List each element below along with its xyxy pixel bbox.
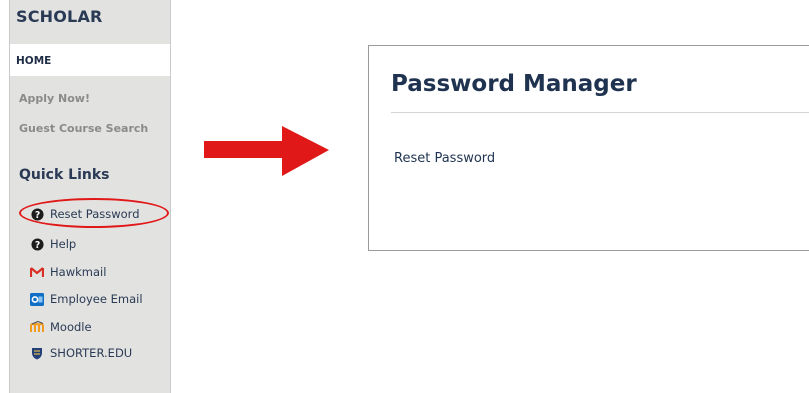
page-title: Password Manager bbox=[391, 71, 637, 97]
password-manager-panel: Password Manager Reset Password bbox=[368, 45, 809, 251]
outlook-icon bbox=[30, 292, 44, 306]
red-arrow-annotation bbox=[204, 121, 330, 185]
sidebar-item-home[interactable]: HOME bbox=[10, 44, 170, 76]
quick-link-label: Moodle bbox=[50, 320, 92, 334]
quick-link-employee-email[interactable]: Employee Email bbox=[30, 290, 143, 308]
quick-link-label: Hawkmail bbox=[50, 265, 107, 279]
quick-link-help[interactable]: ? Help bbox=[30, 235, 76, 253]
home-label: HOME bbox=[16, 55, 52, 67]
question-circle-icon: ? bbox=[30, 237, 44, 251]
moodle-icon bbox=[30, 320, 44, 334]
sidebar: SCHOLAR HOME Apply Now! Guest Course Sea… bbox=[9, 0, 171, 393]
gmail-icon bbox=[30, 265, 44, 279]
quick-link-label: Reset Password bbox=[50, 207, 140, 221]
svg-text:?: ? bbox=[34, 239, 39, 250]
quick-links-heading: Quick Links bbox=[19, 167, 110, 183]
quick-link-hawkmail[interactable]: Hawkmail bbox=[30, 263, 106, 281]
shield-crest-icon bbox=[30, 346, 44, 360]
quick-link-reset-password[interactable]: ? Reset Password bbox=[30, 205, 140, 223]
question-circle-icon: ? bbox=[30, 207, 44, 221]
reset-password-link[interactable]: Reset Password bbox=[394, 151, 495, 166]
brand-title: SCHOLAR bbox=[16, 7, 103, 26]
guest-course-search-link[interactable]: Guest Course Search bbox=[19, 122, 148, 135]
apply-now-link[interactable]: Apply Now! bbox=[19, 92, 90, 105]
quick-link-shorter-edu[interactable]: SHORTER.EDU bbox=[30, 344, 132, 362]
quick-link-label: Help bbox=[50, 237, 77, 251]
svg-text:?: ? bbox=[34, 209, 39, 220]
quick-link-moodle[interactable]: Moodle bbox=[30, 318, 92, 336]
quick-link-label: SHORTER.EDU bbox=[50, 346, 133, 360]
quick-link-label: Employee Email bbox=[50, 292, 143, 306]
title-divider bbox=[391, 112, 809, 113]
